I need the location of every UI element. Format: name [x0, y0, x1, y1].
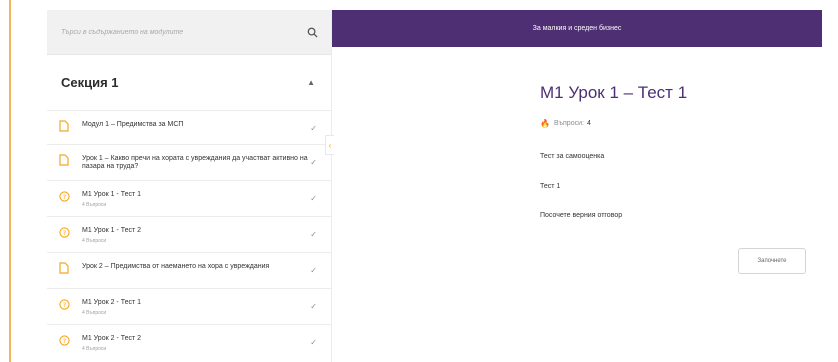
quiz-title: М1 Урок 1 - Тест 2	[82, 227, 142, 234]
check-icon: ✓	[310, 302, 317, 311]
course-sidebar: Секция 1 ▲ Модул 1 – Предимства за МСП ✓…	[47, 10, 332, 362]
quiz-item[interactable]: ? М1 Урок 1 - Тест 2 4 Въпроси ✓	[47, 216, 331, 252]
check-icon: ✓	[310, 338, 317, 347]
lesson-item[interactable]: Модул 1 – Предимства за МСП ✓	[47, 110, 331, 144]
quiz-question-count: 4 Въпроси	[82, 346, 107, 352]
sidebar-toggle[interactable]: ‹	[325, 135, 334, 155]
left-accent-line	[9, 0, 11, 362]
lesson-list: Модул 1 – Предимства за МСП ✓ Урок 1 – К…	[47, 110, 331, 360]
quiz-description-heading: Тест за самооценка	[540, 153, 605, 160]
quiz-name: Тест 1	[540, 183, 561, 190]
svg-text:?: ?	[63, 337, 66, 345]
check-icon: ✓	[310, 124, 317, 133]
collapse-icon[interactable]: ▲	[307, 78, 315, 87]
search-icon[interactable]	[305, 25, 319, 39]
document-icon	[59, 153, 71, 167]
quiz-question-count: 4 Въпроси	[82, 238, 107, 244]
lesson-item[interactable]: Урок 1 – Какво пречи на хората с уврежда…	[47, 144, 331, 180]
lesson-item[interactable]: Урок 2 – Предимства от наемането на хора…	[47, 252, 331, 288]
svg-text:?: ?	[63, 193, 66, 201]
quiz-title: М1 Урок 2 - Тест 2	[82, 335, 142, 342]
document-icon	[59, 119, 71, 133]
quiz-item[interactable]: ? М1 Урок 2 - Тест 1 4 Въпроси ✓	[47, 288, 331, 324]
questions-count: 4	[586, 120, 591, 127]
course-title[interactable]: За малкия и среден бизнес	[533, 25, 622, 32]
page-title: М1 Урок 1 – Тест 1	[540, 83, 688, 102]
quiz-title: М1 Урок 1 - Тест 1	[82, 191, 142, 198]
check-icon: ✓	[310, 266, 317, 275]
search-input[interactable]	[61, 28, 305, 36]
start-quiz-button[interactable]: Започнете	[738, 248, 806, 274]
document-icon	[59, 261, 71, 275]
lesson-title: Урок 2 – Предимства от наемането на хора…	[82, 263, 270, 270]
svg-text:?: ?	[63, 229, 66, 237]
search-bar	[47, 10, 331, 55]
quiz-content: М1 Урок 1 – Тест 1 🔥 Въпроси: 4 Тест за …	[540, 83, 688, 219]
quiz-question-count: 4 Въпроси	[82, 310, 107, 316]
question-icon: ?	[59, 225, 71, 239]
quiz-title: М1 Урок 2 - Тест 1	[82, 299, 142, 306]
svg-text:?: ?	[63, 301, 66, 309]
check-icon: ✓	[310, 158, 317, 167]
top-bar: За малкия и среден бизнес	[332, 10, 822, 47]
question-icon: ?	[59, 333, 71, 347]
question-icon: ?	[59, 189, 71, 203]
flame-icon: 🔥	[540, 119, 550, 128]
check-icon: ✓	[310, 194, 317, 203]
chevron-left-icon: ‹	[328, 140, 332, 150]
section-header[interactable]: Секция 1 ▲	[47, 55, 331, 110]
quiz-question-count: 4 Въпроси	[82, 202, 107, 208]
check-icon: ✓	[310, 230, 317, 239]
quiz-item[interactable]: ? М1 Урок 2 - Тест 2 4 Въпроси ✓	[47, 324, 331, 360]
questions-label: Въпроси:	[553, 120, 584, 127]
quiz-instruction: Посочете верния отговор	[540, 212, 623, 219]
question-icon: ?	[59, 297, 71, 311]
section-title: Секция 1	[61, 75, 119, 90]
lesson-title: Модул 1 – Предимства за МСП	[82, 121, 184, 128]
quiz-item[interactable]: ? М1 Урок 1 - Тест 1 4 Въпроси ✓	[47, 180, 331, 216]
lesson-title: Урок 1 – Какво пречи на хората с уврежда…	[82, 155, 308, 170]
quiz-meta: 🔥 Въпроси: 4	[540, 119, 687, 128]
